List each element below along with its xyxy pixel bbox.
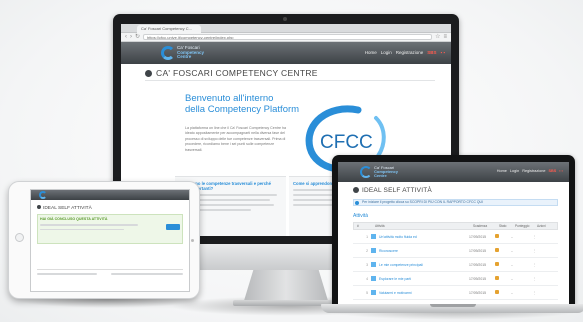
logo-text: Ca' Foscari Competency Centre — [374, 165, 399, 178]
more-icon[interactable]: ⋮ — [533, 235, 536, 239]
logo-text: Ca' Foscari Competency Centre — [177, 45, 205, 60]
completed-text: HAI GIÀ CONCLUSO QUESTA ATTIVITÀ — [40, 217, 108, 221]
site-header: Ca' Foscari Competency Centre Home Login… — [338, 162, 569, 182]
back-icon[interactable]: ‹ — [125, 34, 127, 40]
page-title: IDEAL SELF ATTIVITÀ — [37, 205, 92, 211]
bullet-icon — [37, 205, 41, 209]
logo-swoosh-icon — [161, 46, 175, 60]
site-logo[interactable]: Ca' Foscari Competency Centre — [360, 166, 398, 178]
reload-icon[interactable]: ↻ — [135, 34, 140, 40]
menu-home[interactable]: Home — [497, 169, 507, 173]
site-header: Ca' Foscari Competency Centre Home Login… — [121, 42, 451, 64]
logo-swoosh-icon — [39, 191, 47, 199]
camera-icon — [283, 17, 287, 21]
browser-tab-strip: Ca' Foscari Competency C... — [121, 24, 451, 33]
site-logo[interactable]: Ca' Foscari Competency Centre — [161, 46, 204, 60]
status-badge — [495, 262, 499, 266]
ipad-device: IDEAL SELF ATTIVITÀ HAI GIÀ CONCLUSO QUE… — [8, 181, 200, 299]
language-flags[interactable]: ▪ ▪ — [559, 169, 563, 173]
menu-sbs[interactable]: SBS — [427, 50, 436, 55]
status-badge — [495, 276, 499, 280]
menu-sbs[interactable]: SBS — [548, 169, 556, 173]
star-icon[interactable]: ☆ — [435, 34, 440, 40]
menu-icon[interactable]: ≡ — [443, 34, 447, 40]
status-badge — [495, 248, 499, 252]
welcome-body: La piattaforma on line che il Ca' Foscar… — [185, 126, 286, 152]
home-button-icon — [15, 233, 24, 242]
top-menu: Home Login Registrazione SBS ▪ ▪ — [497, 169, 563, 173]
menu-home[interactable]: Home — [365, 50, 377, 55]
more-icon[interactable]: ⋮ — [533, 291, 536, 295]
activity-icon — [371, 234, 376, 239]
divider — [145, 80, 435, 81]
table-row[interactable]: 3 Le mie competenze principali 17/09/2015… — [353, 258, 558, 272]
cfcc-arc-icon — [374, 116, 386, 158]
bullet-icon — [145, 70, 152, 77]
menu-login[interactable]: Login — [381, 50, 392, 55]
info-icon — [355, 201, 359, 205]
activity-icon — [371, 276, 376, 281]
macbook-notch — [430, 304, 476, 307]
activities-heading: Attività — [353, 213, 369, 219]
status-badge — [495, 290, 499, 294]
macbook-screen: Ca' Foscari Competency Centre Home Login… — [338, 162, 569, 305]
table-row[interactable]: 4 Esplorare le mie parti 17/09/2015 – ⋮ — [353, 272, 558, 286]
activity-icon — [371, 262, 376, 267]
table-row[interactable]: 5 Valutarmi e motivarmi 17/09/2015 – ⋮ — [353, 286, 558, 300]
page-title: CA' FOSCARI COMPETENCY CENTRE — [145, 68, 318, 78]
logo-swoosh-icon — [360, 166, 372, 178]
table-row[interactable]: 2 Riconoscere 17/09/2015 – ⋮ — [353, 244, 558, 258]
more-icon[interactable]: ⋮ — [533, 263, 536, 267]
activity-icon — [371, 248, 376, 253]
menu-registrazione[interactable]: Registrazione — [522, 169, 545, 173]
completed-panel: HAI GIÀ CONCLUSO QUESTA ATTIVITÀ — [37, 214, 183, 244]
activity-icon — [371, 290, 376, 295]
product-mockup-stage: Ca' Foscari Competency C... ‹ › ↻ https:… — [0, 0, 583, 322]
info-alert: Per iniziare il progetto clicca su SCOPR… — [353, 199, 558, 206]
cfcc-logo-text: CFCC — [320, 132, 373, 153]
menu-registrazione[interactable]: Registrazione — [396, 50, 424, 55]
macbook-device: Ca' Foscari Competency Centre Home Login… — [332, 155, 575, 305]
page-title: IDEAL SELF ATTIVITÀ — [353, 187, 432, 194]
welcome-heading: Benvenuto all'interno della Competency P… — [185, 93, 300, 115]
camera-icon — [191, 239, 194, 242]
more-icon[interactable]: ⋮ — [533, 249, 536, 253]
table-header: # Attività Scadenza Stato Punteggio Azio… — [353, 222, 558, 230]
bullet-icon — [353, 187, 359, 193]
continue-button[interactable] — [166, 224, 180, 230]
language-flags[interactable]: ▪ ▪ — [441, 50, 445, 55]
activities-table: # Attività Scadenza Stato Punteggio Azio… — [353, 222, 558, 300]
imac-stand — [243, 270, 329, 304]
top-menu: Home Login Registrazione SBS ▪ ▪ — [365, 50, 445, 55]
table-row[interactable]: 1 Un'attività molto fluida ed 17/09/2015 … — [353, 230, 558, 244]
ipad-screen: IDEAL SELF ATTIVITÀ HAI GIÀ CONCLUSO QUE… — [30, 189, 190, 292]
more-icon[interactable]: ⋮ — [533, 277, 536, 281]
site-logo[interactable] — [39, 191, 47, 199]
site-header — [31, 190, 189, 200]
address-bar[interactable]: https://cfcc.unive.it/competency-centre/… — [143, 34, 433, 40]
browser-tab[interactable]: Ca' Foscari Competency C... — [137, 25, 201, 33]
menu-login[interactable]: Login — [510, 169, 519, 173]
status-badge — [495, 234, 499, 238]
browser-toolbar: ‹ › ↻ https://cfcc.unive.it/competency-c… — [121, 33, 451, 42]
footer-divider — [37, 269, 183, 270]
forward-icon[interactable]: › — [130, 34, 132, 40]
